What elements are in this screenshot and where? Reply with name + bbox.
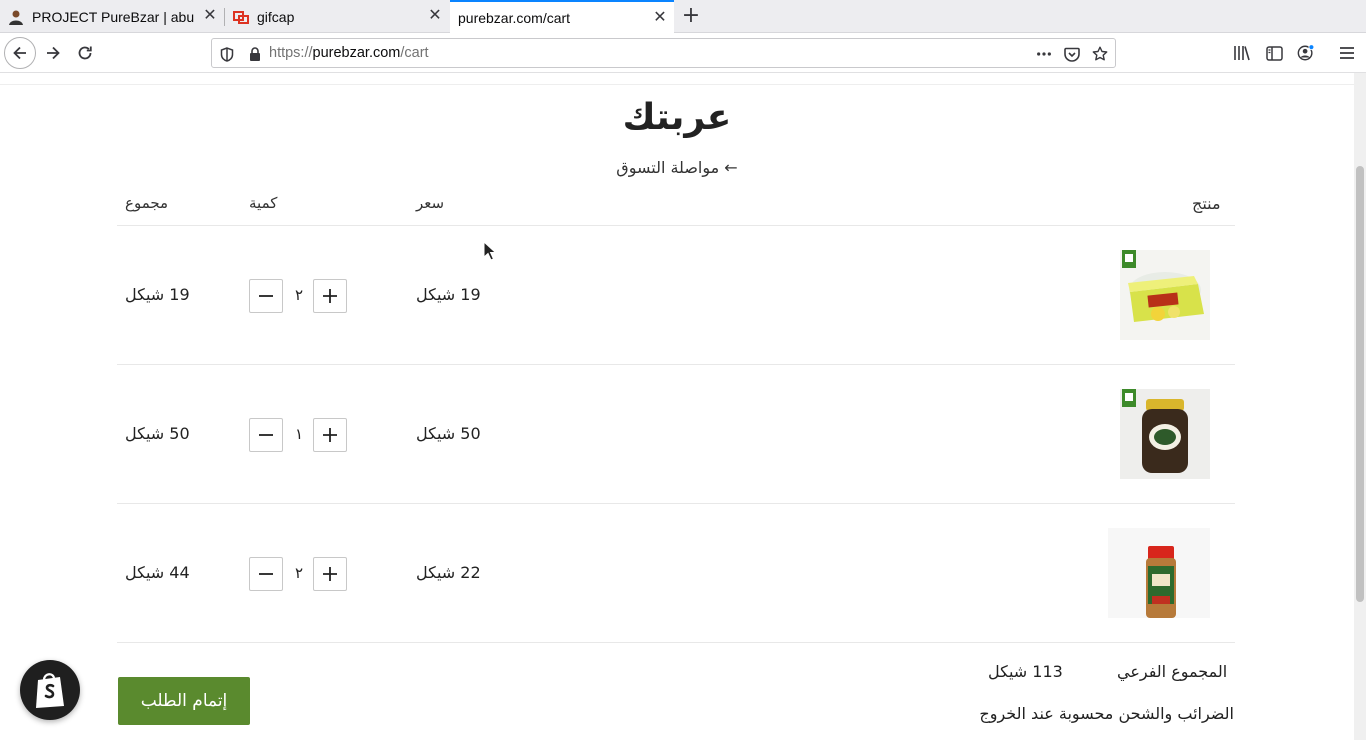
pocket-icon[interactable]: [1064, 46, 1080, 62]
tab-purebzar-project[interactable]: PROJECT PureBzar | abu ✕: [0, 0, 224, 33]
url-host: purebzar.com: [312, 45, 401, 61]
subtotal-value: 113 شيكل: [988, 662, 1063, 681]
item-price: 22 شيكل: [416, 563, 481, 582]
tab-title: PROJECT PureBzar | abu: [32, 8, 195, 25]
page-actions-icon[interactable]: [1036, 46, 1052, 62]
lock-icon[interactable]: [247, 46, 263, 62]
avatar-favicon-icon: [8, 9, 24, 25]
quantity-increase-button[interactable]: [313, 418, 347, 452]
item-total: 19 شيكل: [125, 285, 190, 304]
page-content: عربتك مواصلة التسوق ← منتج سعر كمية مجمو…: [0, 73, 1354, 740]
divider: [117, 642, 1235, 643]
scrollbar-thumb[interactable]: [1356, 166, 1364, 602]
product-image[interactable]: [1120, 389, 1210, 479]
minus-icon: [259, 295, 273, 297]
url-bar[interactable]: https://purebzar.com/cart: [211, 38, 1116, 68]
navigation-toolbar: https://purebzar.com/cart: [0, 33, 1366, 73]
divider: [117, 225, 1235, 226]
minus-icon: [259, 434, 273, 436]
vertical-scrollbar[interactable]: [1354, 73, 1366, 740]
continue-shopping-link[interactable]: مواصلة التسوق ←: [0, 158, 1354, 177]
url-scheme: https://: [269, 45, 313, 61]
forward-arrow-icon: [47, 46, 60, 60]
close-tab-icon[interactable]: ✕: [202, 8, 218, 24]
new-tab-button[interactable]: +: [681, 5, 701, 27]
item-price: 50 شيكل: [416, 424, 481, 443]
item-total: 44 شيكل: [125, 563, 190, 582]
checkout-button[interactable]: إتمام الطلب: [118, 677, 250, 725]
menu-hamburger-icon[interactable]: [1338, 44, 1356, 62]
close-tab-icon[interactable]: ✕: [427, 8, 443, 24]
url-path: /cart: [400, 45, 429, 61]
bookmark-star-icon[interactable]: [1092, 46, 1108, 62]
back-button[interactable]: [4, 37, 36, 69]
quantity-decrease-button[interactable]: [249, 557, 283, 591]
header-product: منتج: [1192, 194, 1221, 213]
close-tab-icon[interactable]: ✕: [652, 10, 668, 26]
tab-strip: PROJECT PureBzar | abu ✕ gifcap ✕ purebz…: [0, 0, 1366, 34]
quantity-increase-button[interactable]: [313, 557, 347, 591]
plus-icon: [323, 289, 337, 303]
header-total: مجموع: [125, 194, 169, 212]
account-icon[interactable]: [1297, 44, 1315, 62]
quantity-decrease-button[interactable]: [249, 279, 283, 313]
back-arrow-icon: [13, 46, 26, 60]
library-icon[interactable]: [1233, 44, 1251, 62]
gifcap-favicon-icon: [233, 9, 249, 25]
shopify-chat-button[interactable]: [20, 660, 80, 720]
header-quantity: كمية: [249, 194, 278, 212]
tab-cart[interactable]: purebzar.com/cart ✕: [450, 0, 674, 34]
header-divider: [0, 84, 1354, 85]
plus-icon: [323, 567, 337, 581]
shopify-bag-icon: [36, 673, 64, 708]
tab-gifcap[interactable]: gifcap ✕: [225, 0, 449, 33]
plus-icon: [323, 428, 337, 442]
tracking-shield-icon[interactable]: [219, 46, 235, 62]
item-price: 19 شيكل: [416, 285, 481, 304]
tax-shipping-note: الضرائب والشحن محسوبة عند الخروج: [979, 704, 1234, 723]
tab-title: purebzar.com/cart: [458, 10, 571, 26]
reload-icon: [78, 46, 92, 60]
quantity-value[interactable]: ٢: [290, 286, 308, 304]
product-image[interactable]: [1108, 528, 1210, 618]
product-image[interactable]: [1120, 250, 1210, 340]
divider: [117, 503, 1235, 504]
divider: [117, 364, 1235, 365]
mouse-cursor-icon: [483, 240, 497, 265]
item-total: 50 شيكل: [125, 424, 190, 443]
quantity-decrease-button[interactable]: [249, 418, 283, 452]
reload-button[interactable]: [70, 38, 100, 68]
header-price: سعر: [416, 194, 445, 212]
minus-icon: [259, 573, 273, 575]
quantity-value[interactable]: ٢: [290, 564, 308, 582]
quantity-increase-button[interactable]: [313, 279, 347, 313]
subtotal-label: المجموع الفرعي: [1117, 662, 1228, 681]
forward-button[interactable]: [38, 38, 68, 68]
tab-title: gifcap: [257, 8, 295, 25]
quantity-value[interactable]: ١: [290, 425, 308, 443]
sidebar-icon[interactable]: [1265, 44, 1283, 62]
page-title: عربتك: [622, 97, 732, 138]
